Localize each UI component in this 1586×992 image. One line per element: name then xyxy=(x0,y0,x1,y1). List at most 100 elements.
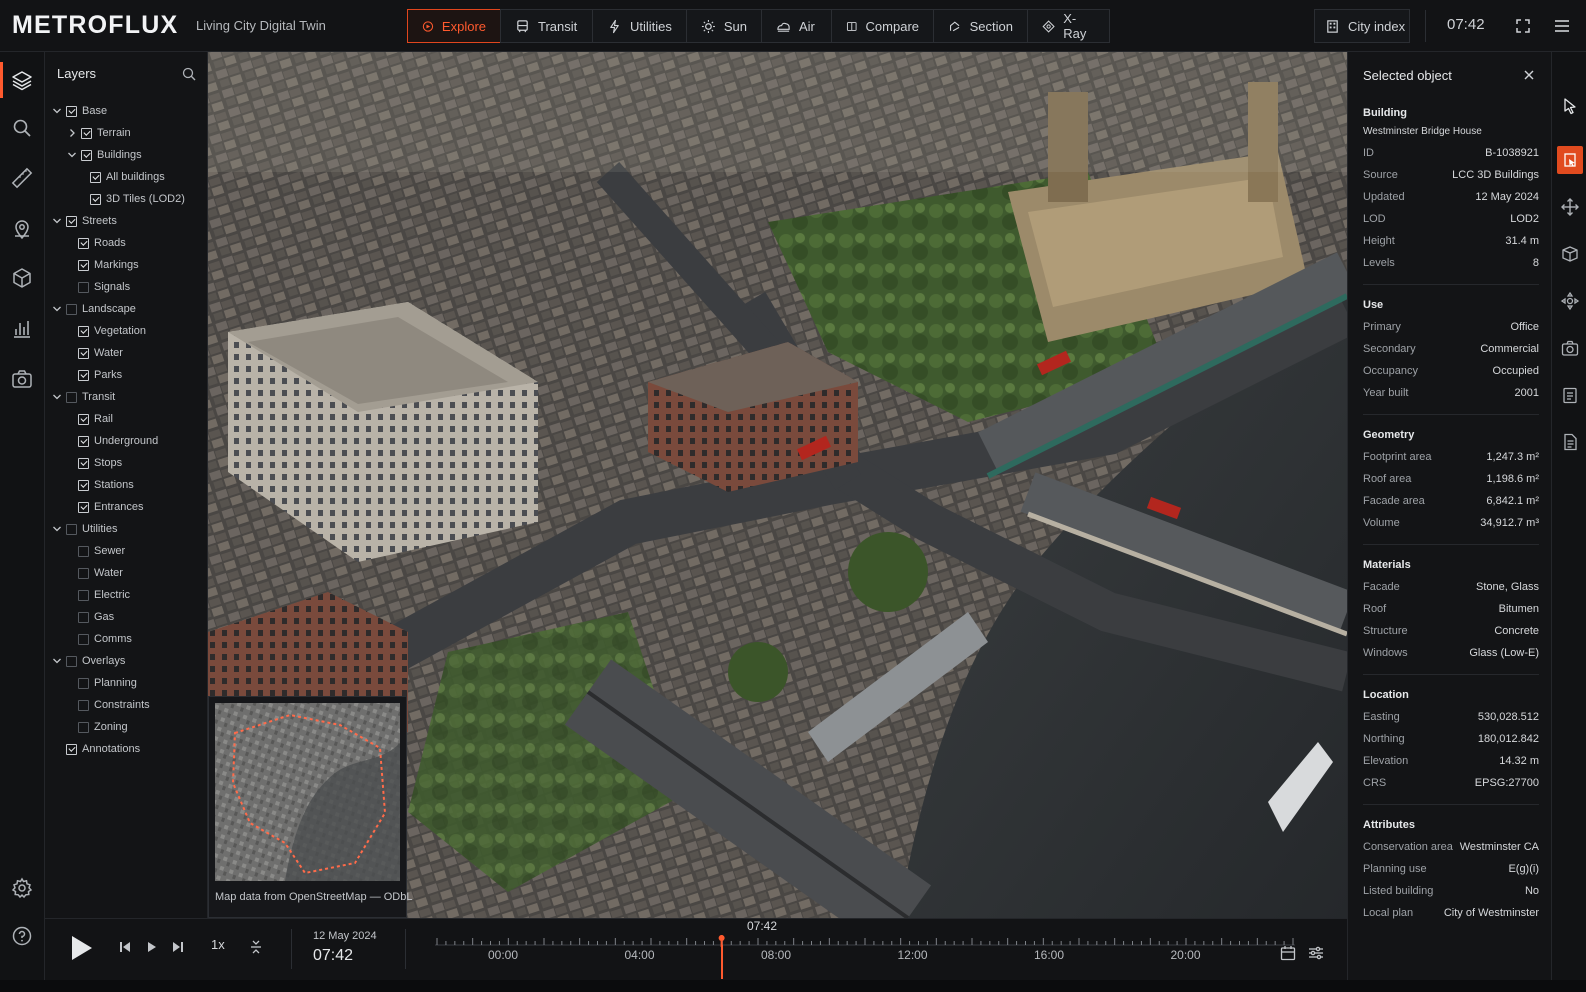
layer-checkbox[interactable] xyxy=(78,325,89,337)
layer-item[interactable]: Entrances xyxy=(51,496,206,518)
minimap-image[interactable] xyxy=(215,703,400,881)
camera-icon[interactable] xyxy=(10,367,34,391)
layer-item[interactable]: Markings xyxy=(51,254,206,276)
layer-checkbox[interactable] xyxy=(78,633,89,645)
tab-air[interactable]: Air xyxy=(761,9,832,43)
settings-gear-icon[interactable] xyxy=(10,876,34,900)
play-icon[interactable] xyxy=(67,933,95,963)
layer-item[interactable]: Landscape xyxy=(51,298,206,320)
layer-item[interactable]: Stops xyxy=(51,452,206,474)
help-icon[interactable] xyxy=(10,924,34,948)
layer-checkbox[interactable] xyxy=(78,237,89,249)
layer-item[interactable]: Water xyxy=(51,342,206,364)
layer-checkbox[interactable] xyxy=(78,281,89,293)
tab-transit[interactable]: Transit xyxy=(500,9,593,43)
layer-item[interactable]: Constraints xyxy=(51,694,206,716)
layer-checkbox[interactable] xyxy=(66,215,77,227)
layer-item[interactable]: Rail xyxy=(51,408,206,430)
layer-checkbox[interactable] xyxy=(78,567,89,579)
chevron-down-icon[interactable] xyxy=(51,655,63,667)
layer-checkbox[interactable] xyxy=(78,347,89,359)
clipboard-icon[interactable] xyxy=(1560,385,1580,405)
layer-item[interactable]: Base xyxy=(51,100,206,122)
layer-item[interactable]: Underground xyxy=(51,430,206,452)
pointer-icon[interactable] xyxy=(1560,96,1580,116)
layer-checkbox[interactable] xyxy=(78,611,89,623)
tab-section[interactable]: Section xyxy=(933,9,1028,43)
layer-checkbox[interactable] xyxy=(66,523,77,535)
layer-checkbox[interactable] xyxy=(78,457,89,469)
loop-icon[interactable] xyxy=(248,939,264,955)
camera-icon[interactable] xyxy=(1560,338,1580,358)
layer-checkbox[interactable] xyxy=(78,699,89,711)
layer-checkbox[interactable] xyxy=(66,743,77,755)
layer-checkbox[interactable] xyxy=(66,105,77,117)
layer-item[interactable]: Electric xyxy=(51,584,206,606)
chevron-down-icon[interactable] xyxy=(66,149,78,161)
layer-checkbox[interactable] xyxy=(81,127,92,139)
layer-item[interactable]: Parks xyxy=(51,364,206,386)
box-icon[interactable] xyxy=(1560,244,1580,264)
menu-icon[interactable] xyxy=(1552,16,1572,36)
layer-checkbox[interactable] xyxy=(78,479,89,491)
timeline-cursor-handle[interactable] xyxy=(718,935,725,941)
layer-checkbox[interactable] xyxy=(78,589,89,601)
layer-item[interactable]: All buildings xyxy=(51,166,206,188)
chart-icon[interactable] xyxy=(10,317,34,341)
layer-item[interactable]: Roads xyxy=(51,232,206,254)
chevron-down-icon[interactable] xyxy=(51,215,63,227)
layer-checkbox[interactable] xyxy=(66,655,77,667)
layer-checkbox[interactable] xyxy=(78,501,89,513)
chevron-down-icon[interactable] xyxy=(51,523,63,535)
layer-item[interactable]: Annotations xyxy=(51,738,206,760)
tab-compare[interactable]: Compare xyxy=(831,9,934,43)
skip-forward-icon[interactable] xyxy=(170,939,186,955)
city-index-button[interactable]: City index xyxy=(1314,9,1410,43)
layer-item[interactable]: Water xyxy=(51,562,206,584)
tab-utilities[interactable]: Utilities xyxy=(592,9,687,43)
ruler-icon[interactable] xyxy=(10,166,34,190)
layer-checkbox[interactable] xyxy=(78,413,89,425)
layer-item[interactable]: Zoning xyxy=(51,716,206,738)
layer-item[interactable]: Stations xyxy=(51,474,206,496)
layer-checkbox[interactable] xyxy=(66,303,77,315)
layer-item[interactable]: Gas xyxy=(51,606,206,628)
layer-item[interactable]: Comms xyxy=(51,628,206,650)
search-icon[interactable] xyxy=(181,66,197,82)
tab-explore[interactable]: Explore xyxy=(407,9,501,43)
layer-checkbox[interactable] xyxy=(78,259,89,271)
layer-checkbox[interactable] xyxy=(78,677,89,689)
layer-item[interactable]: Sewer xyxy=(51,540,206,562)
layer-checkbox[interactable] xyxy=(66,391,77,403)
search-icon[interactable] xyxy=(10,116,34,140)
sliders-icon[interactable] xyxy=(1307,944,1325,962)
layer-item[interactable]: Streets xyxy=(51,210,206,232)
layer-checkbox[interactable] xyxy=(78,721,89,733)
playback-speed[interactable]: 1x xyxy=(211,937,225,952)
layer-item[interactable]: Terrain xyxy=(51,122,206,144)
layer-item[interactable]: Vegetation xyxy=(51,320,206,342)
calendar-icon[interactable] xyxy=(1279,944,1297,962)
skip-back-icon[interactable] xyxy=(117,939,133,955)
fullscreen-icon[interactable] xyxy=(1513,16,1533,36)
layer-checkbox[interactable] xyxy=(78,435,89,447)
layer-item[interactable]: Planning xyxy=(51,672,206,694)
layers-icon[interactable] xyxy=(10,68,34,92)
layer-item[interactable]: Transit xyxy=(51,386,206,408)
layer-item[interactable]: 3D Tiles (LOD2) xyxy=(51,188,206,210)
timeline-track[interactable] xyxy=(435,935,1295,947)
chevron-down-icon[interactable] xyxy=(51,391,63,403)
chevron-down-icon[interactable] xyxy=(51,303,63,315)
tab-xray[interactable]: X-Ray xyxy=(1027,9,1110,43)
move-icon[interactable] xyxy=(1560,197,1580,217)
layer-item[interactable]: Overlays xyxy=(51,650,206,672)
tab-sun[interactable]: Sun xyxy=(686,9,762,43)
layer-item[interactable]: Utilities xyxy=(51,518,206,540)
chevron-down-icon[interactable] xyxy=(51,105,63,117)
layer-checkbox[interactable] xyxy=(90,171,101,183)
layer-checkbox[interactable] xyxy=(81,149,92,161)
layer-item[interactable]: Buildings xyxy=(51,144,206,166)
cube-icon[interactable] xyxy=(10,266,34,290)
chevron-right-icon[interactable] xyxy=(66,127,78,139)
layer-item[interactable]: Signals xyxy=(51,276,206,298)
